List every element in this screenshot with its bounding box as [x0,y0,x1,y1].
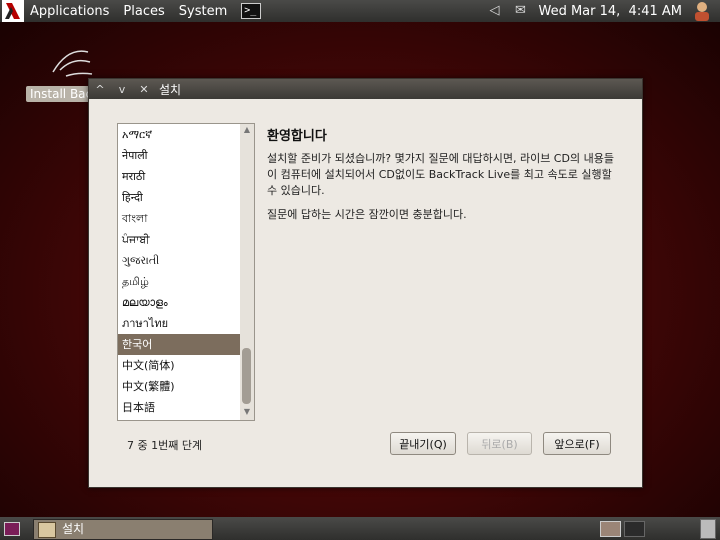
user-icon[interactable] [692,1,712,21]
scroll-down-icon[interactable]: ▼ [240,407,254,419]
menu-applications[interactable]: Applications [30,4,109,19]
install-desktop-icon-label[interactable]: Install Bac [26,86,97,102]
back-button[interactable]: 뒤로(B) [467,432,532,455]
menu-system[interactable]: System [179,4,227,19]
scroll-thumb[interactable] [242,348,251,404]
language-item[interactable]: አማርኛ [118,124,240,145]
volume-icon[interactable]: ◁ [486,4,502,18]
clock[interactable]: Wed Mar 14, 4:41 AM [538,4,682,19]
collapse-up-icon[interactable]: ^ [89,83,111,96]
window-titlebar[interactable]: ^ v ✕ 설치 [89,79,642,99]
step-indicator: 7 중 1번째 단계 [127,439,203,452]
language-list-scrollbar[interactable]: ▲ ▼ [240,123,255,421]
bottom-panel: 설치 [0,517,720,540]
taskbar-item-installer[interactable]: 설치 [33,519,213,540]
terminal-launcher-icon[interactable]: >_ [241,3,262,19]
language-item[interactable]: 日本語 [118,397,240,418]
language-item-selected[interactable]: 한국어 [118,334,240,355]
welcome-paragraph: 설치할 준비가 되셨습니까? 몇가지 질문에 대답하시면, 라이브 CD의 내용… [267,152,614,197]
backtrack-dragon-icon[interactable] [48,42,93,92]
installer-icon [38,521,56,538]
welcome-heading: 환영합니다 [267,129,327,144]
workspace-2[interactable] [624,521,645,537]
trash-icon[interactable] [700,519,716,539]
language-item[interactable]: ภาษาไทย [118,313,240,334]
workspace-1[interactable] [600,521,621,537]
quit-button[interactable]: 끝내기(Q) [390,432,456,455]
language-item[interactable]: தமிழ் [118,271,240,292]
top-panel: Applications Places System >_ ◁ ✉ Wed Ma… [0,0,720,22]
forward-button[interactable]: 앞으로(F) [543,432,611,455]
language-item[interactable]: नेपाली [118,145,240,166]
installer-window: ^ v ✕ 설치 አማርኛ नेपाली मराठी हिन्दी বাংলা … [88,78,643,488]
backtrack-logo-icon[interactable] [2,0,24,22]
language-item[interactable]: 中文(简体) [118,355,240,376]
mail-icon[interactable]: ✉ [512,4,528,18]
language-item[interactable]: മലയാളം [118,292,240,313]
close-icon[interactable]: ✕ [133,83,155,96]
language-item[interactable]: ਪੰਜਾਬੀ [118,229,240,250]
window-title: 설치 [159,82,182,97]
menu-places[interactable]: Places [123,4,164,19]
minimize-down-icon[interactable]: v [111,83,133,96]
language-list[interactable]: አማርኛ नेपाली मराठी हिन्दी বাংলা ਪੰਜਾਬੀ ગુ… [117,123,241,421]
language-item[interactable]: ગુજરાતી [118,250,240,271]
language-item[interactable]: 中文(繁體) [118,376,240,397]
scroll-up-icon[interactable]: ▲ [240,125,254,137]
taskbar-item-label: 설치 [62,522,85,536]
language-item[interactable]: मराठी [118,166,240,187]
show-desktop-icon[interactable] [4,522,20,536]
language-item[interactable]: हिन्दी [118,187,240,208]
time-note: 질문에 답하는 시간은 잠깐이면 충분합니다. [267,208,467,221]
language-item[interactable]: বাংলা [118,208,240,229]
